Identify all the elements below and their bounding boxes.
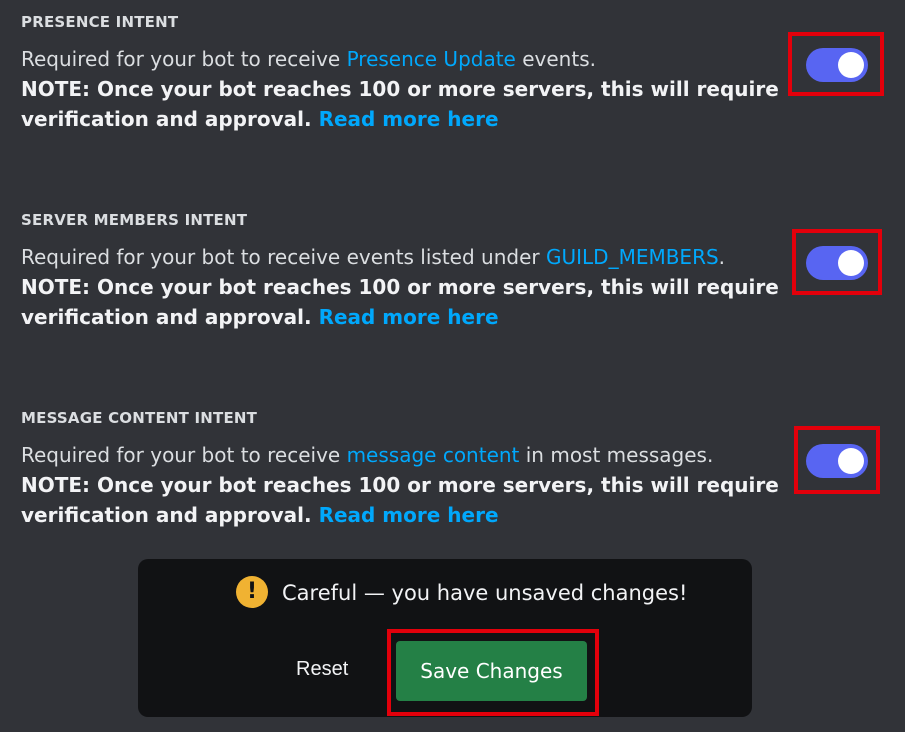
highlight-box [387,629,599,716]
desc-suffix: in most messages. [519,443,714,467]
message-content-intent-toggle[interactable] [806,444,868,478]
intent-title: SERVER MEMBERS INTENT [21,211,248,229]
presence-intent-section: PRESENCE INTENT Required for your bot to… [21,12,781,134]
desc-text: Required for your bot to receive [21,47,347,71]
read-more-link[interactable]: Read more here [319,305,499,329]
read-more-link[interactable]: Read more here [319,503,499,527]
server-members-intent-toggle[interactable] [806,246,868,280]
desc-suffix: . [718,245,726,269]
read-more-link[interactable]: Read more here [319,107,499,131]
intent-description: Required for your bot to receive Presenc… [21,44,781,74]
toggle-knob [838,52,864,78]
unsaved-changes-message: Careful — you have unsaved changes! [282,581,688,605]
intent-note: NOTE: Once your bot reaches 100 or more … [21,74,781,134]
intent-description: Required for your bot to receive events … [21,242,781,272]
intent-description: Required for your bot to receive message… [21,440,781,470]
server-members-intent-section: SERVER MEMBERS INTENT Required for your … [21,210,781,332]
toggle-knob [838,250,864,276]
intent-title: MESSAGE CONTENT INTENT [21,409,258,427]
reset-button[interactable]: Reset [296,655,348,683]
message-content-link[interactable]: message content [347,443,520,467]
warning-icon: ! [236,576,268,608]
toggle-knob [838,448,864,474]
intent-title: PRESENCE INTENT [21,13,179,31]
message-content-intent-section: MESSAGE CONTENT INTENT Required for your… [21,408,781,530]
intent-note: NOTE: Once your bot reaches 100 or more … [21,272,781,332]
page: PRESENCE INTENT Required for your bot to… [0,0,905,732]
desc-suffix: events. [515,47,596,71]
intent-note: NOTE: Once your bot reaches 100 or more … [21,470,781,530]
desc-text: Required for your bot to receive events … [21,245,546,269]
presence-update-link[interactable]: Presence Update [347,47,516,71]
presence-intent-toggle[interactable] [806,48,868,82]
desc-text: Required for your bot to receive [21,443,347,467]
guild-members-link[interactable]: GUILD_MEMBERS [546,245,719,269]
